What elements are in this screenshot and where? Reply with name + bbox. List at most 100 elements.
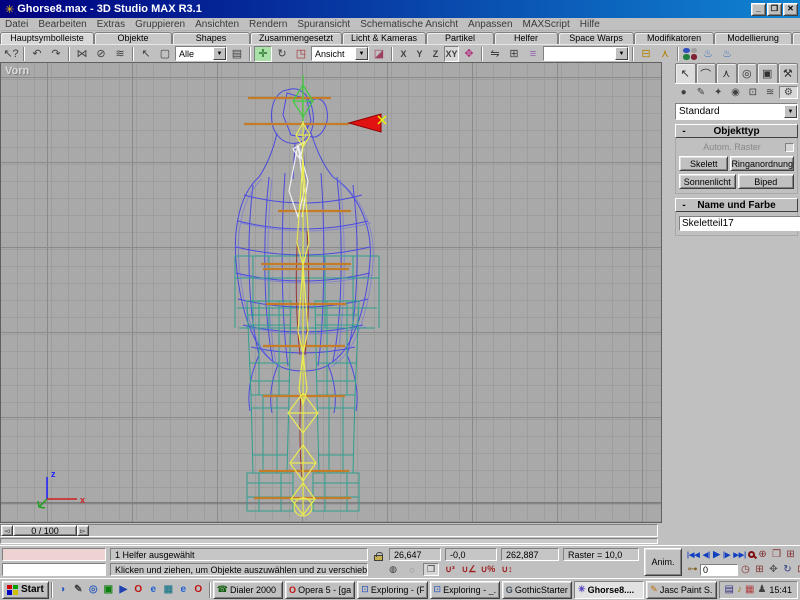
start-button[interactable]: Start [2, 581, 49, 599]
prev-frame-button[interactable]: ◀| [702, 551, 711, 559]
select-rotate-button[interactable]: ↻ [273, 46, 291, 62]
link-button[interactable]: ⋈ [73, 46, 91, 62]
quicklaunch-icon-10[interactable]: O [192, 583, 205, 597]
rollout-name-header[interactable]: - Name und Farbe [675, 198, 798, 212]
snap-percent-button[interactable]: ∪% [480, 563, 496, 576]
object-name-input[interactable] [679, 216, 800, 231]
task-exploring-f[interactable]: ⊡ Exploring - (F: [357, 581, 427, 599]
menu-ansichten[interactable]: Ansichten [190, 19, 244, 30]
category-geometry-icon[interactable]: ● [675, 87, 692, 98]
tab-modify[interactable]: ⌒ [696, 63, 717, 83]
task-gothicstarter[interactable]: G GothicStarter... [502, 581, 572, 599]
menu-extras[interactable]: Extras [92, 19, 130, 30]
ringanordnung-button[interactable]: Ringanordnung [730, 156, 794, 171]
tab-display[interactable]: ▣ [757, 63, 778, 83]
task-exploring-2[interactable]: ⊡ Exploring - _.. [430, 581, 500, 599]
quicklaunch-icon-2[interactable]: ✎ [72, 583, 85, 597]
tray-icon-4[interactable]: ♟ [757, 584, 766, 595]
render-last-icon[interactable]: ◌ [404, 563, 420, 576]
selection-filter-dropdown[interactable]: Alle ▼ [175, 46, 227, 61]
time-slider-thumb[interactable]: 0 / 100 [13, 525, 77, 536]
volume-icon[interactable]: ♪ [737, 584, 742, 595]
dropdown-arrow-icon[interactable]: ▼ [784, 105, 797, 118]
unlink-button[interactable]: ⊘ [92, 46, 110, 62]
category-shapes-icon[interactable]: ✎ [692, 87, 709, 98]
time-prev-icon[interactable]: ◅ [1, 525, 13, 536]
named-selection-dropdown[interactable]: ▼ [543, 46, 629, 61]
tab-helfer[interactable]: Helfer [494, 32, 558, 44]
menu-spuransicht[interactable]: Spuransicht [292, 19, 355, 30]
tab-objekte[interactable]: Objekte [94, 32, 172, 44]
tray-clock[interactable]: 15:41 [769, 585, 792, 595]
arc-rotate-button[interactable]: ↻ [781, 564, 794, 575]
time-slider[interactable]: ◅ 0 / 100 ▻ [0, 524, 658, 537]
time-config-button[interactable]: ◷ [739, 564, 752, 575]
sonnenlicht-button[interactable]: Sonnenlicht [679, 174, 736, 189]
system-category-dropdown[interactable]: Standard ▼ [675, 103, 798, 120]
quicklaunch-icon-8[interactable]: ▦ [162, 583, 175, 597]
select-scale-button[interactable]: ◳ [292, 46, 310, 62]
tab-rendern[interactable]: Rendern [792, 32, 800, 44]
goto-start-button[interactable]: |◀◀ [686, 551, 701, 559]
track-bar[interactable] [0, 538, 658, 544]
pan-button[interactable]: ✥ [767, 564, 780, 575]
material-editor-button[interactable] [682, 47, 698, 61]
title-bar[interactable]: ✳ Ghorse8.max - 3D Studio MAX R3.1 _ ❐ ✕ [0, 0, 800, 18]
display-icon[interactable]: ▦ [745, 584, 754, 595]
quicklaunch-icon-7[interactable]: e [147, 583, 160, 597]
snap-3d-button[interactable]: ∪³ [442, 563, 458, 576]
category-spacewarps-icon[interactable]: ≋ [761, 87, 778, 98]
zoom-extents-all-button[interactable]: ⊞ [784, 549, 797, 560]
category-systems-icon[interactable]: ⚙ [779, 86, 798, 99]
quicklaunch-icon-6[interactable]: O [132, 583, 145, 597]
restrict-z-button[interactable]: Z [428, 46, 443, 62]
zoom-extents-button[interactable]: ❒ [770, 549, 783, 560]
category-lights-icon[interactable]: ✦ [710, 87, 727, 98]
selection-lock-button[interactable] [371, 549, 385, 561]
redo-button[interactable]: ↷ [47, 46, 65, 62]
close-button[interactable]: ✕ [783, 3, 798, 16]
tab-hauptsymbolleiste[interactable]: Hauptsymbolleiste [0, 32, 94, 44]
quicklaunch-icon-4[interactable]: ▣ [102, 583, 115, 597]
region-zoom-button[interactable]: ⊞ [753, 564, 766, 575]
quicklaunch-icon-3[interactable]: ◎ [87, 583, 100, 597]
minmax-toggle-button[interactable]: ⊡ [795, 564, 800, 575]
restrict-x-button[interactable]: X [396, 46, 411, 62]
play-button[interactable]: ▶ [712, 549, 721, 560]
quicklaunch-icon-9[interactable]: e [177, 583, 190, 597]
tab-modifikatoren[interactable]: Modifikatoren [634, 32, 714, 44]
menu-anpassen[interactable]: Anpassen [463, 19, 517, 30]
task-dialer2000[interactable]: ☎ Dialer 2000 [213, 581, 283, 599]
next-frame-button[interactable]: |▶ [722, 551, 731, 559]
tab-motion[interactable]: ◎ [737, 63, 758, 83]
maximize-button[interactable]: ❐ [767, 3, 782, 16]
tab-zusammengesetzt[interactable]: Zusammengesetzt [250, 32, 342, 44]
crossing-selection-icon[interactable]: ❒ [423, 563, 439, 576]
tab-space-warps[interactable]: Space Warps [558, 32, 634, 44]
pivot-center-button[interactable]: ◪ [370, 46, 388, 62]
menu-maxscript[interactable]: MAXScript [518, 19, 575, 30]
category-helpers-icon[interactable]: ⊡ [744, 87, 761, 98]
dropdown-arrow-icon[interactable]: ▼ [355, 47, 368, 60]
dropdown-arrow-icon[interactable]: ▼ [213, 47, 226, 60]
select-by-name-button[interactable]: ▤ [228, 46, 246, 62]
snap-angle-button[interactable]: ∪∠ [461, 563, 477, 576]
biped-button[interactable]: Biped [738, 174, 795, 189]
tray-icon-1[interactable]: ▤ [725, 584, 734, 595]
mirror-button[interactable]: ⇋ [486, 46, 504, 62]
snap-spinner-button[interactable]: ∪↕ [499, 563, 515, 576]
array-button[interactable]: ⊞ [505, 46, 523, 62]
tab-create[interactable]: ↖ [675, 63, 696, 83]
quicklaunch-icon-5[interactable]: ▶ [117, 583, 130, 597]
selection-region-button[interactable]: ▢ [156, 46, 174, 62]
viewport-front[interactable]: Vorn [0, 62, 662, 523]
reference-coordsys-dropdown[interactable]: Ansicht ▼ [311, 46, 369, 61]
manipulate-button[interactable]: ✥ [460, 46, 478, 62]
schematic-view-button[interactable]: ⋏ [656, 46, 674, 62]
zoom-all-button[interactable]: ⊕ [756, 549, 769, 560]
tab-utilities[interactable]: ⚒ [778, 63, 799, 83]
task-ghorse8[interactable]: ✳ Ghorse8.... [574, 581, 644, 599]
task-opera5[interactable]: O Opera 5 - [ga.. [285, 581, 355, 599]
tab-modellierung[interactable]: Modellierung [714, 32, 792, 44]
time-next-icon[interactable]: ▻ [77, 525, 89, 536]
